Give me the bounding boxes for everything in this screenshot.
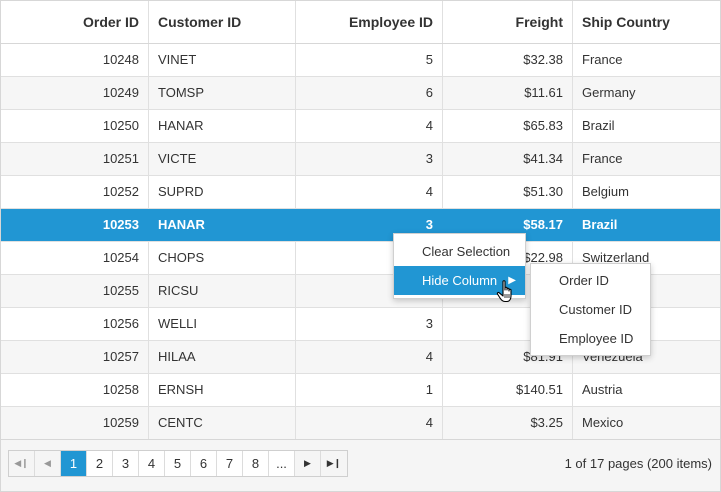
- table-row[interactable]: 10248 VINET 5 $32.38 France: [1, 44, 720, 77]
- cell-customer-id: WELLI: [149, 308, 296, 340]
- last-page-icon[interactable]: ▶❙: [321, 451, 347, 476]
- page-button[interactable]: 3: [113, 451, 139, 476]
- cell-order-id: 10255: [1, 275, 149, 307]
- cell-employee-id: 1: [296, 374, 443, 406]
- cell-ship-country: Austria: [582, 382, 623, 397]
- table-row[interactable]: 10250 HANAR 4 $65.83 Brazil: [1, 110, 720, 143]
- table-row[interactable]: 10251 VICTE 3 $41.34 France: [1, 143, 720, 176]
- cell-order-id: 10259: [1, 407, 149, 439]
- cell-order-id: 10254: [1, 242, 149, 274]
- cell-order-id: 10248: [1, 44, 149, 76]
- cell-customer-id: VICTE: [149, 143, 296, 175]
- cell-customer-id: VINET: [149, 44, 296, 76]
- cell-freight: $32.38: [443, 44, 573, 76]
- submenu-item-customer-id[interactable]: Customer ID: [531, 295, 650, 324]
- header-ship-country[interactable]: Ship Country: [573, 1, 720, 43]
- pager: ◀❙ ◀ 1 2 3 4 5 6 7 8 ... ▶ ▶❙ 1 of 17 pa…: [1, 439, 720, 491]
- cell-ship-country: Belgium: [582, 184, 629, 199]
- cell-freight: $51.30: [443, 176, 573, 208]
- table-row[interactable]: 10252 SUPRD 4 $51.30 Belgium: [1, 176, 720, 209]
- table-row-selected[interactable]: 10253 HANAR 3 $58.17 Brazil: [1, 209, 720, 242]
- pager-info: 1 of 17 pages (200 items): [564, 456, 712, 471]
- page-button[interactable]: 8: [243, 451, 269, 476]
- page-button[interactable]: 7: [217, 451, 243, 476]
- cell-order-id: 10257: [1, 341, 149, 373]
- cell-freight: $65.83: [443, 110, 573, 142]
- submenu-item-order-id[interactable]: Order ID: [531, 266, 650, 295]
- cell-ship-country: Brazil: [582, 217, 618, 232]
- cell-ship-country: France: [582, 151, 623, 166]
- cell-customer-id: HANAR: [149, 110, 296, 142]
- cell-employee-id: 4: [296, 341, 443, 373]
- header-freight[interactable]: Freight: [443, 1, 573, 43]
- cell-customer-id: HANAR: [149, 209, 296, 241]
- table-row[interactable]: 10258 ERNSH 1 $140.51 Austria: [1, 374, 720, 407]
- cell-freight: $3.25: [443, 407, 573, 439]
- cell-freight: $140.51: [443, 374, 573, 406]
- cell-employee-id: 4: [296, 407, 443, 439]
- cell-customer-id: RICSU: [149, 275, 296, 307]
- cell-order-id: 10258: [1, 374, 149, 406]
- table-row[interactable]: 10249 TOMSP 6 $11.61 Germany: [1, 77, 720, 110]
- cell-employee-id: 5: [296, 44, 443, 76]
- cell-freight: $11.61: [443, 77, 573, 109]
- submenu-item-employee-id[interactable]: Employee ID: [531, 324, 650, 353]
- cell-freight: $41.34: [443, 143, 573, 175]
- page-button[interactable]: 5: [165, 451, 191, 476]
- page-ellipsis-button[interactable]: ...: [269, 451, 295, 476]
- next-page-icon[interactable]: ▶: [295, 451, 321, 476]
- cell-employee-id: 4: [296, 110, 443, 142]
- prev-page-icon[interactable]: ◀: [35, 451, 61, 476]
- page-button[interactable]: 6: [191, 451, 217, 476]
- cell-customer-id: CHOPS: [149, 242, 296, 274]
- page-button[interactable]: 2: [87, 451, 113, 476]
- cell-customer-id: SUPRD: [149, 176, 296, 208]
- cell-customer-id: HILAA: [149, 341, 296, 373]
- header-employee-id[interactable]: Employee ID: [296, 1, 443, 43]
- data-grid: Order ID Customer ID Employee ID Freight…: [0, 0, 721, 492]
- cell-employee-id: 3: [296, 308, 443, 340]
- cell-customer-id: ERNSH: [149, 374, 296, 406]
- first-page-icon[interactable]: ◀❙: [9, 451, 35, 476]
- cell-customer-id: CENTC: [149, 407, 296, 439]
- menu-item-label: Clear Selection: [422, 244, 511, 259]
- cell-employee-id: 3: [296, 143, 443, 175]
- cell-order-id: 10249: [1, 77, 149, 109]
- cell-order-id: 10252: [1, 176, 149, 208]
- grid-body: 10248 VINET 5 $32.38 France 10249 TOMSP …: [1, 44, 720, 440]
- cell-order-id: 10256: [1, 308, 149, 340]
- cell-ship-country: France: [582, 52, 623, 67]
- cell-customer-id: TOMSP: [149, 77, 296, 109]
- hide-column-submenu: Order ID Customer ID Employee ID: [530, 263, 651, 356]
- page-button[interactable]: 1: [61, 451, 87, 476]
- cell-order-id: 10253: [1, 209, 149, 241]
- menu-item-label: Hide Column: [422, 273, 498, 288]
- cell-ship-country: Brazil: [582, 118, 615, 133]
- cell-employee-id: 6: [296, 77, 443, 109]
- page-button[interactable]: 4: [139, 451, 165, 476]
- cell-employee-id: 4: [296, 176, 443, 208]
- grid-header: Order ID Customer ID Employee ID Freight…: [1, 1, 720, 44]
- header-customer-id[interactable]: Customer ID: [149, 1, 296, 43]
- table-row[interactable]: 10259 CENTC 4 $3.25 Mexico: [1, 407, 720, 440]
- pager-buttons: ◀❙ ◀ 1 2 3 4 5 6 7 8 ... ▶ ▶❙: [8, 450, 348, 477]
- cell-order-id: 10250: [1, 110, 149, 142]
- header-order-id[interactable]: Order ID: [1, 1, 149, 43]
- cell-ship-country: Germany: [582, 85, 636, 100]
- hand-pointer-icon: [496, 280, 512, 303]
- cell-ship-country: Mexico: [582, 415, 624, 430]
- cell-order-id: 10251: [1, 143, 149, 175]
- clear-selection-menu-item[interactable]: Clear Selection: [394, 237, 525, 266]
